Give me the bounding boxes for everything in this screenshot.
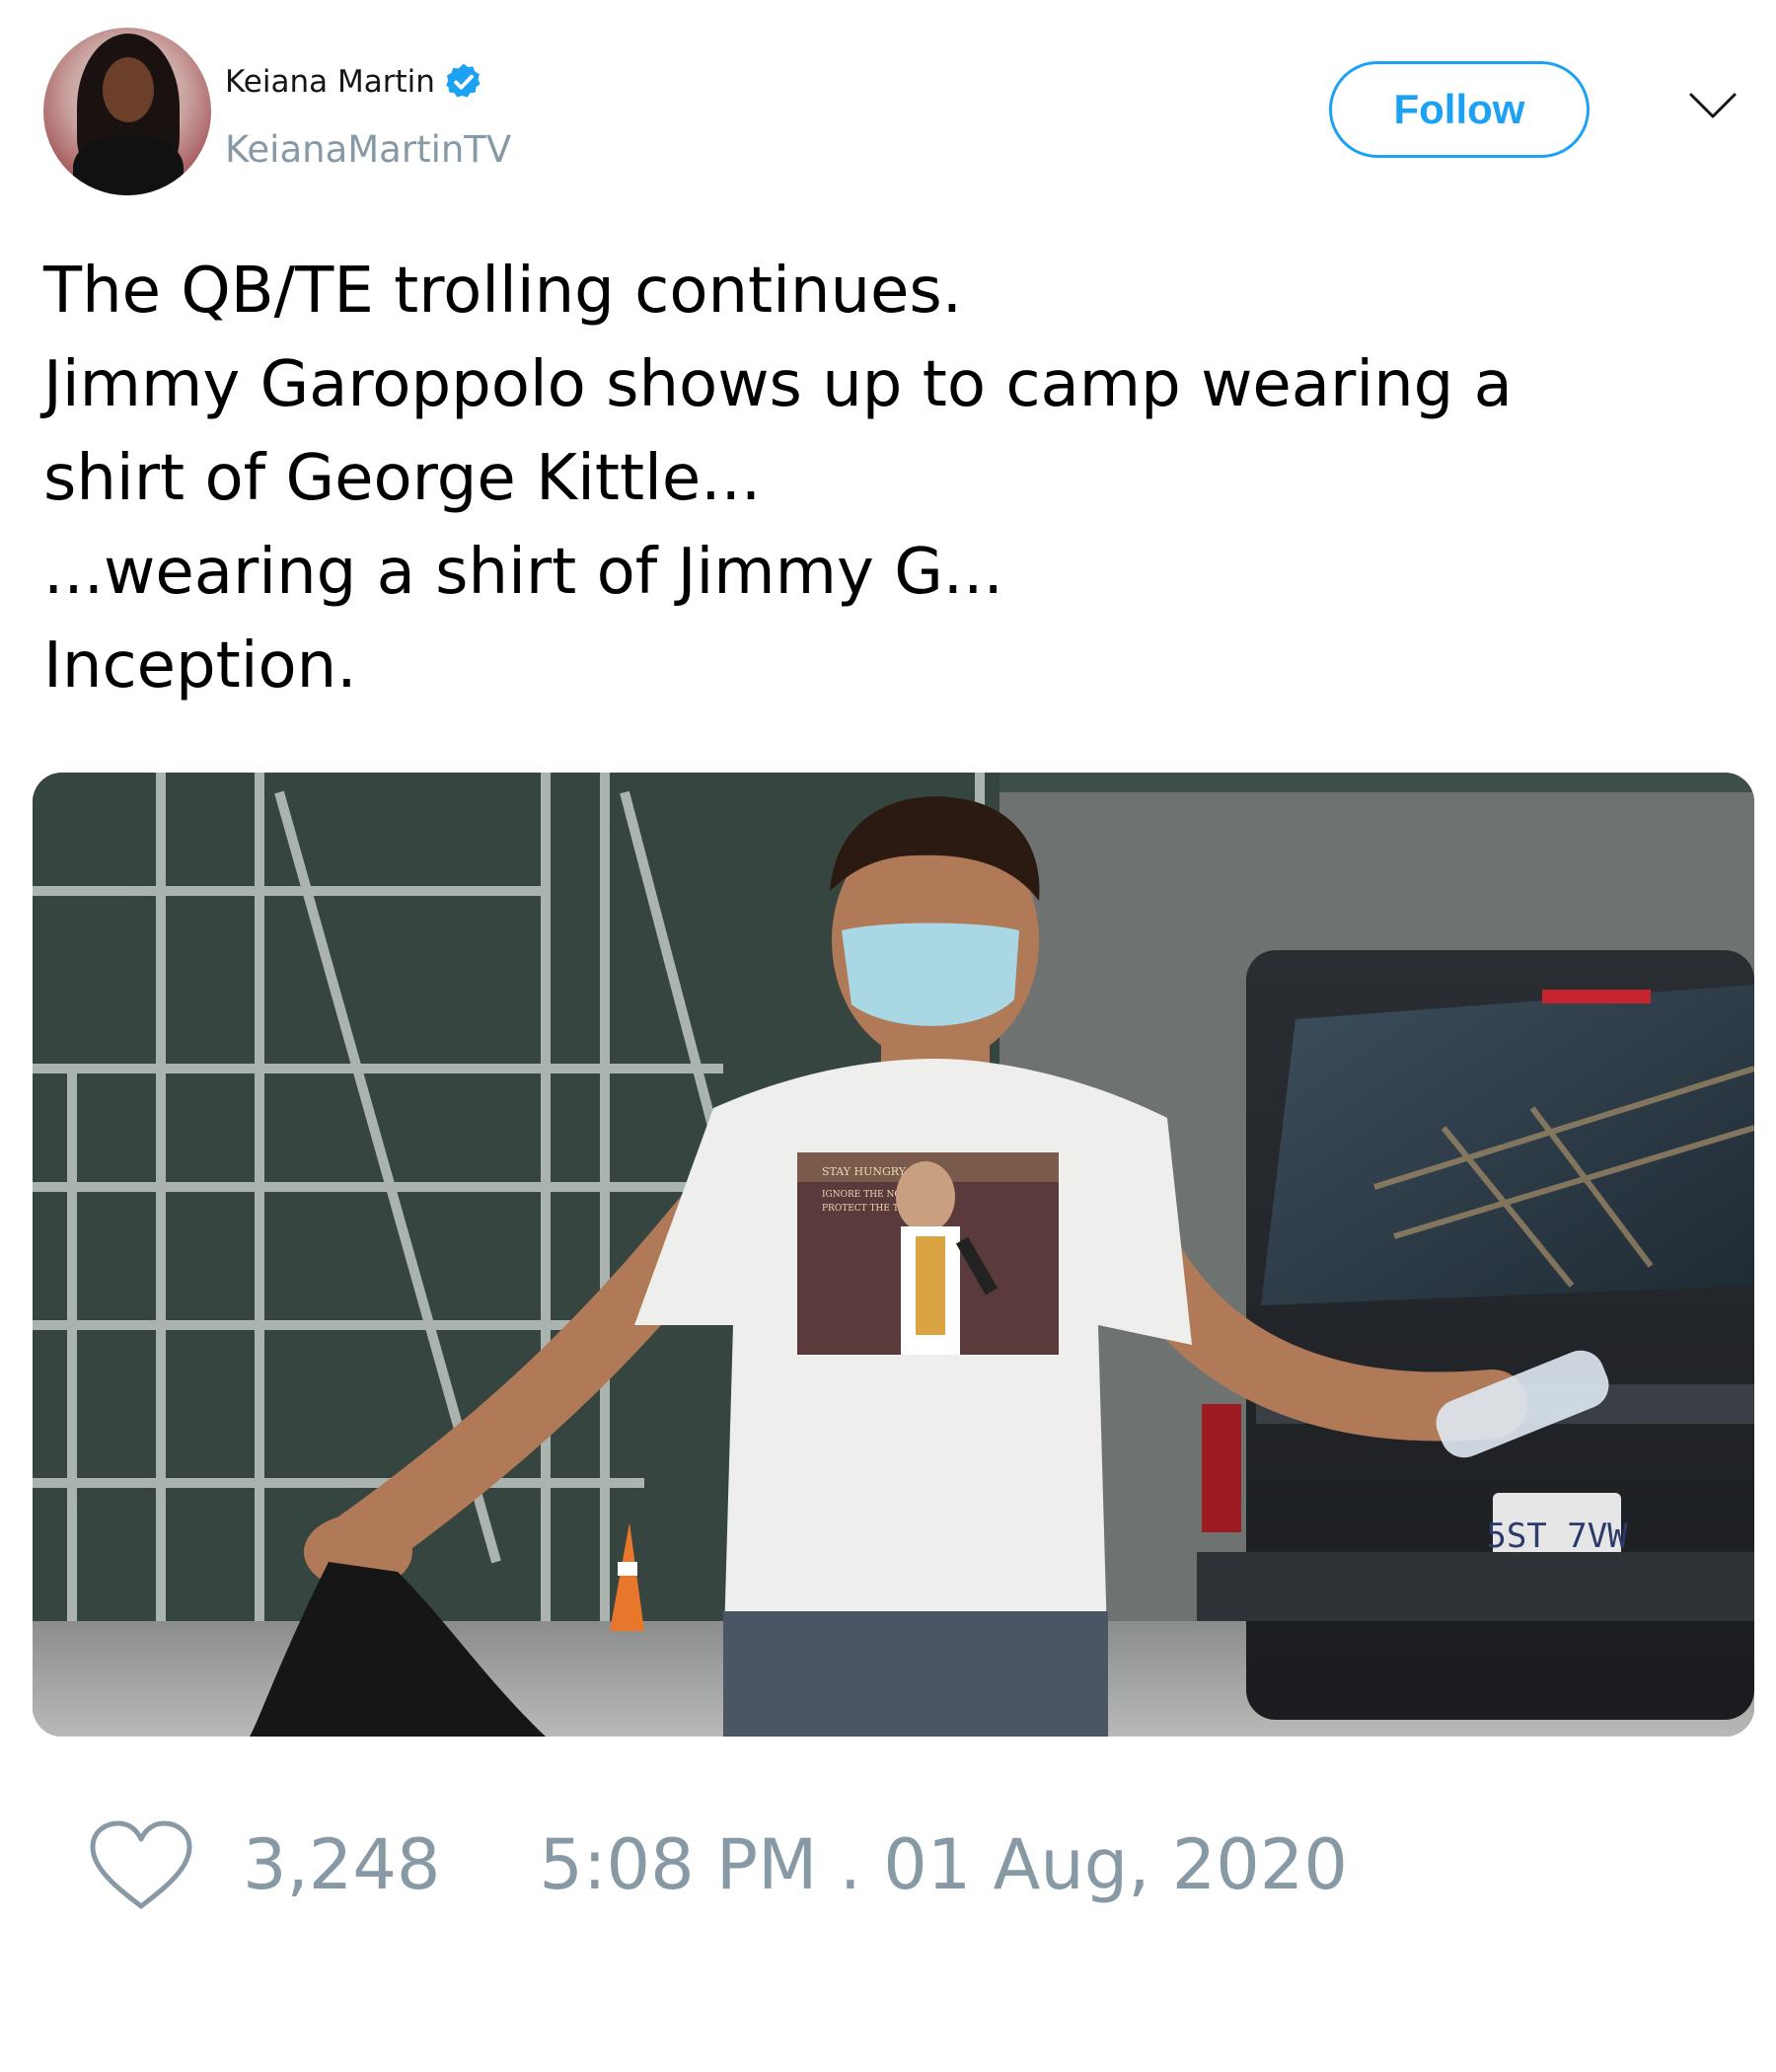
follow-button[interactable]: Follow bbox=[1329, 61, 1590, 158]
tweet-line: ...wearing a shirt of Jimmy G... bbox=[43, 536, 1003, 609]
tweet-line: The QB/TE trolling continues. bbox=[43, 255, 963, 328]
author-name[interactable]: Keiana Martin bbox=[225, 64, 435, 100]
shirt-print-text-1: STAY HUNGRY bbox=[822, 1165, 907, 1178]
avatar[interactable] bbox=[43, 28, 211, 195]
tweet-text: The QB/TE trolling continues. Jimmy Garo… bbox=[43, 245, 1721, 713]
tweet-line: shirt of George Kittle... bbox=[43, 442, 762, 515]
tweet-line: Inception. bbox=[43, 629, 357, 703]
tweet-card: Keiana Martin KeianaMartinTV Follow The … bbox=[0, 0, 1776, 2072]
license-plate-text: 5ST 7VW bbox=[1486, 1517, 1628, 1556]
tweet-line: Jimmy Garoppolo shows up to camp wearing… bbox=[43, 348, 1513, 421]
tweet-timestamp[interactable]: 5:08 PM . 01 Aug, 2020 bbox=[539, 1824, 1347, 1905]
tweet-photo[interactable]: 5ST 7VW STAY HUNGRY IGNORE THE NOISE PRO… bbox=[33, 773, 1754, 1737]
author-handle[interactable]: KeianaMartinTV bbox=[225, 128, 511, 171]
author-name-row: Keiana Martin bbox=[225, 61, 484, 103]
verified-badge-icon bbox=[446, 63, 481, 98]
chevron-down-icon[interactable] bbox=[1687, 89, 1739, 124]
photo-illustration: 5ST 7VW STAY HUNGRY IGNORE THE NOISE PRO… bbox=[33, 773, 1754, 1737]
like-count[interactable]: 3,248 bbox=[243, 1824, 440, 1905]
tweet-footer: 3,248 5:08 PM . 01 Aug, 2020 bbox=[87, 1815, 1348, 1914]
heart-icon[interactable] bbox=[87, 1817, 195, 1912]
